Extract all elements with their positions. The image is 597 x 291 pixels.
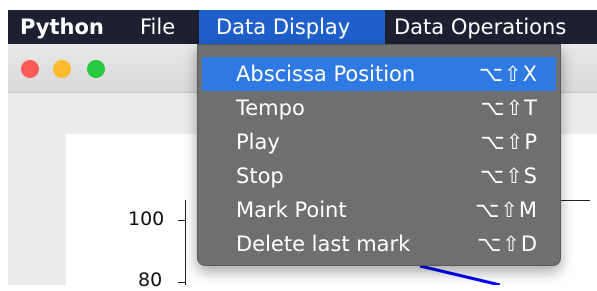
menu-item-label: Abscissa Position	[236, 62, 416, 86]
menu-item-label: Tempo	[236, 96, 305, 120]
menu-item-delete-last-mark[interactable]: Delete last mark ⌥⇧D	[202, 227, 556, 261]
menu-item-stop[interactable]: Stop ⌥⇧S	[202, 159, 556, 193]
menu-item-shortcut: ⌥⇧S	[479, 164, 538, 188]
menu-item-shortcut: ⌥⇧P	[480, 130, 538, 154]
menu-item-tempo[interactable]: Tempo ⌥⇧T	[202, 91, 556, 125]
menu-item-play[interactable]: Play ⌥⇧P	[202, 125, 556, 159]
menu-item-label: Stop	[236, 164, 284, 188]
menu-item-label: Play	[236, 130, 280, 154]
menu-item-abscissa-position[interactable]: Abscissa Position ⌥⇧X	[202, 57, 556, 91]
menu-item-mark-point[interactable]: Mark Point ⌥⇧M	[202, 193, 556, 227]
menu-item-shortcut: ⌥⇧D	[477, 232, 538, 256]
menu-item-label: Mark Point	[236, 198, 347, 222]
menu-item-shortcut: ⌥⇧T	[480, 96, 538, 120]
menu-item-label: Delete last mark	[236, 232, 411, 256]
data-display-dropdown-menu: Abscissa Position ⌥⇧X Tempo ⌥⇧T Play ⌥⇧P…	[197, 44, 561, 266]
menu-item-shortcut: ⌥⇧M	[475, 198, 538, 222]
menu-item-shortcut: ⌥⇧X	[478, 62, 538, 86]
